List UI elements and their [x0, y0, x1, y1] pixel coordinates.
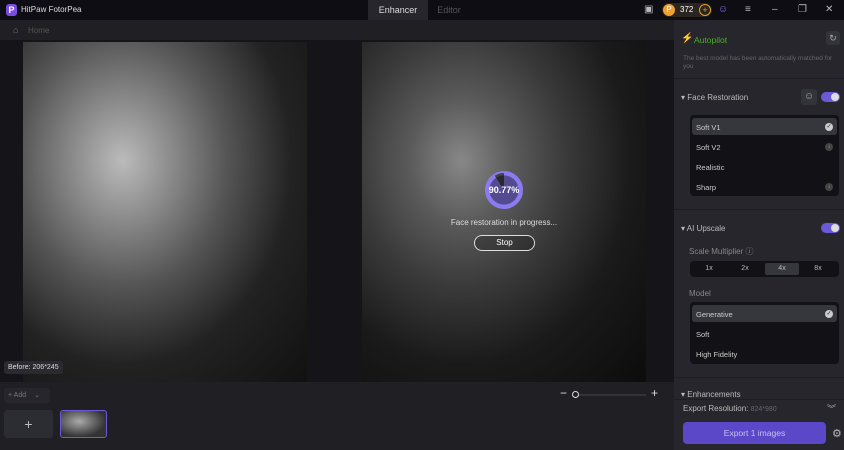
- before-image: [23, 42, 307, 382]
- ai-upscale-header[interactable]: ▾ AI Upscale: [681, 224, 725, 233]
- coin-balance[interactable]: P 372 +: [662, 3, 712, 17]
- face-restoration-toggle[interactable]: [821, 92, 840, 102]
- divider: [674, 377, 844, 378]
- tab-editor[interactable]: Editor: [428, 0, 470, 20]
- zoom-out-icon[interactable]: −: [560, 386, 567, 400]
- add-label: + Add: [8, 392, 27, 399]
- export-resolution-label: Export Resolution:: [683, 404, 749, 413]
- app-title: HitPaw FotorPea: [21, 5, 82, 14]
- scale-2x[interactable]: 2x: [728, 263, 762, 275]
- gear-icon[interactable]: ⚙: [832, 427, 842, 440]
- enhancements-header[interactable]: ▾ Enhancements: [681, 390, 741, 399]
- export-button[interactable]: Export 1 images: [683, 422, 826, 444]
- face-model-realistic[interactable]: Realistic: [696, 163, 724, 172]
- add-image-button[interactable]: +: [4, 410, 53, 438]
- scale-8x[interactable]: 8x: [801, 263, 835, 275]
- title-bar: P HitPaw FotorPea Enhancer Editor ▣ P 37…: [0, 0, 844, 20]
- add-coins-icon[interactable]: +: [699, 4, 711, 16]
- scale-1x[interactable]: 1x: [692, 263, 726, 275]
- check-icon: ✓: [825, 123, 833, 131]
- zoom-in-icon[interactable]: +: [651, 386, 658, 400]
- enhancements-title: Enhancements: [687, 390, 741, 399]
- minimize-icon[interactable]: –: [772, 4, 778, 15]
- scale-selector: 1x 2x 4x 8x: [690, 261, 839, 277]
- export-resolution: Export Resolution: 824*980: [683, 404, 777, 413]
- scale-multiplier-label: Scale Multiplier ⓘ: [689, 246, 753, 257]
- app-logo: P: [6, 4, 17, 16]
- face-model-soft-v2[interactable]: Soft V2: [696, 143, 721, 152]
- autopilot-title: Autopilot: [694, 35, 728, 45]
- scale-multiplier-text: Scale Multiplier: [689, 247, 744, 256]
- progress-status: Face restoration in progress...: [450, 218, 558, 227]
- breadcrumb: ⌂ Home: [0, 20, 674, 40]
- add-button[interactable]: + Add ⌄: [4, 388, 50, 403]
- before-size-badge: Before: 206*245: [4, 361, 63, 374]
- model-label: Model: [689, 289, 711, 298]
- close-icon[interactable]: ✕: [825, 4, 833, 15]
- face-model-sharp[interactable]: Sharp: [696, 183, 716, 192]
- divider: [674, 399, 844, 400]
- face-model-list: Soft V1 ✓ Soft V2 ↓ Realistic Sharp ↓: [690, 115, 839, 196]
- expand-icon[interactable]: ︾: [827, 402, 836, 415]
- face-restoration-header[interactable]: ▾ Face Restoration: [681, 93, 748, 102]
- divider: [674, 78, 844, 79]
- menu-icon[interactable]: ≡: [745, 4, 751, 15]
- settings-panel: [674, 20, 844, 450]
- export-resolution-value: 824*980: [750, 406, 777, 413]
- face-restoration-title: Face Restoration: [687, 93, 749, 102]
- ai-upscale-toggle[interactable]: [821, 223, 840, 233]
- breadcrumb-home[interactable]: Home: [28, 26, 49, 35]
- tab-enhancer[interactable]: Enhancer: [368, 0, 428, 20]
- image-thumbnail[interactable]: [60, 410, 107, 438]
- zoom-slider[interactable]: [576, 394, 646, 396]
- face-settings-icon[interactable]: ☺: [801, 89, 817, 105]
- maximize-icon[interactable]: ❐: [798, 4, 807, 15]
- divider: [674, 209, 844, 210]
- face-model-soft-v1[interactable]: Soft V1: [696, 123, 721, 132]
- download-icon[interactable]: ↓: [825, 143, 833, 151]
- info-icon[interactable]: ⓘ: [745, 247, 753, 256]
- scale-4x[interactable]: 4x: [765, 263, 799, 275]
- home-icon[interactable]: ⌂: [13, 25, 18, 35]
- chevron-down-icon[interactable]: ⌄: [34, 392, 40, 399]
- refresh-icon[interactable]: ↻: [826, 31, 840, 45]
- preview-canvas: [0, 40, 674, 382]
- download-icon[interactable]: ↓: [825, 183, 833, 191]
- model-high-fidelity[interactable]: High Fidelity: [696, 350, 737, 359]
- after-image: [362, 42, 646, 382]
- progress-ring: 90.77%: [485, 171, 523, 209]
- lightning-icon: ⚡: [681, 33, 694, 44]
- check-icon: ✓: [825, 310, 833, 318]
- account-icon[interactable]: ☺: [718, 4, 728, 15]
- coin-icon: P: [663, 4, 675, 16]
- autopilot-description: The best model has been automatically ma…: [683, 55, 833, 70]
- zoom-slider-handle[interactable]: [572, 391, 579, 398]
- coin-count: 372: [680, 5, 694, 14]
- feedback-icon[interactable]: ▣: [644, 4, 653, 15]
- model-generative[interactable]: Generative: [696, 310, 733, 319]
- ai-upscale-title: AI Upscale: [686, 224, 726, 233]
- stop-button[interactable]: Stop: [474, 235, 535, 251]
- model-soft[interactable]: Soft: [696, 330, 709, 339]
- upscale-model-list: Generative ✓ Soft High Fidelity: [690, 302, 839, 364]
